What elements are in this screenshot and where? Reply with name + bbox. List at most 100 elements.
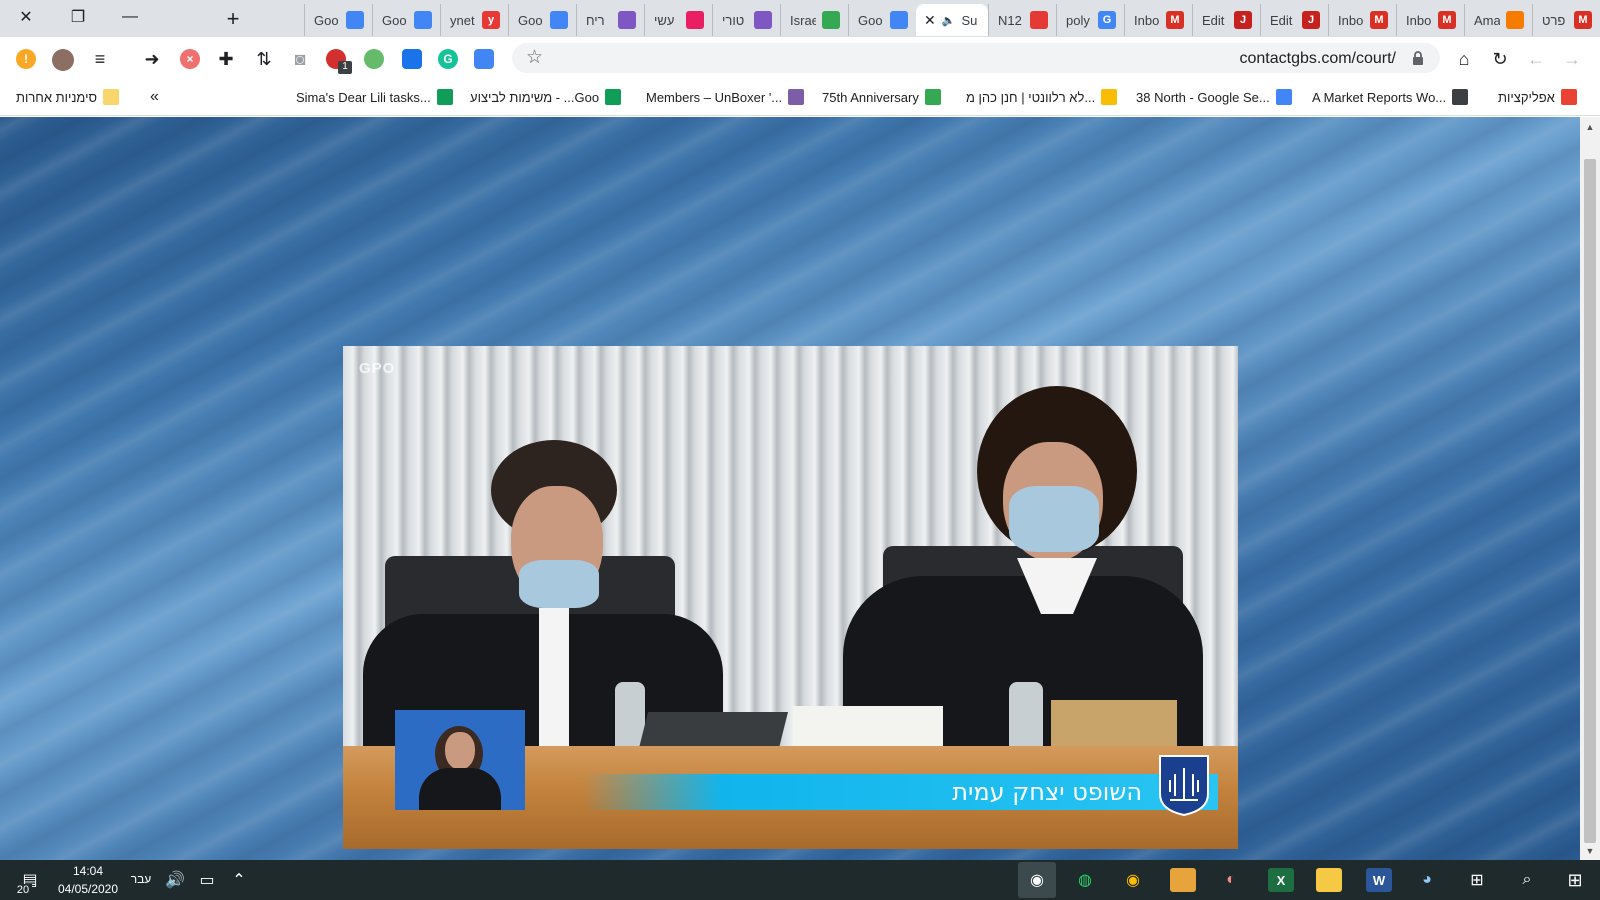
lock-icon[interactable] (1412, 50, 1424, 66)
home-icon[interactable]: ⌂ (1452, 47, 1476, 71)
windows-start-icon[interactable]: ⊞ (1562, 868, 1588, 892)
court-video-player[interactable]: GPO השופט יצחק עמית (343, 346, 1238, 849)
bookmark-item[interactable]: Members – UnBoxer '... (646, 87, 805, 107)
bookmark-label: Sima's Dear Lili tasks... (296, 89, 431, 105)
other-bookmarks-label: סימניות אחרות (16, 89, 98, 105)
share-arrow-icon[interactable]: ➜ (140, 47, 164, 71)
block-extension-icon[interactable]: × (180, 49, 200, 69)
bookmark-item[interactable]: משימות לביצוע - ...Goo (470, 87, 622, 107)
tab-audio-icon[interactable]: 🔈 (942, 14, 956, 27)
browser-tab[interactable]: Goo (508, 4, 576, 36)
bookmark-favicon-icon (788, 89, 805, 105)
browser-tab[interactable]: Goo (848, 4, 916, 36)
browser-tab[interactable]: M Inbo (1396, 4, 1464, 36)
browser-tab[interactable]: עשי (644, 4, 712, 36)
profile-avatar[interactable] (52, 49, 74, 71)
taskbar-paint3d-icon[interactable]: ◕ (1414, 868, 1440, 892)
tab-title: עשי (654, 12, 675, 28)
back-icon[interactable]: ← (1524, 47, 1548, 71)
bookmark-item[interactable]: Sima's Dear Lili tasks... (296, 87, 453, 107)
battery-icon[interactable]: ▭ (194, 868, 220, 892)
tab-list: M פרט Ama M Inbo M Inbo J Edit J Edit M Inbo Gpoly N12… (256, 4, 1600, 37)
taskbar-word-icon[interactable]: W (1366, 868, 1392, 892)
browser-tab[interactable]: Ama (1464, 4, 1532, 36)
page-scrollbar[interactable]: ▲ ▼ (1580, 117, 1600, 860)
task-view-icon[interactable]: ⊞ (1464, 868, 1490, 892)
puzzle-extensions-icon[interactable]: ✚ (214, 47, 238, 71)
taskbar-file-explorer-icon[interactable] (1316, 868, 1342, 892)
browser-tab[interactable]: M Inbo (1328, 4, 1396, 36)
new-tab-button[interactable]: + (220, 6, 246, 32)
extension-badge: 1 (338, 61, 352, 74)
bookmark-favicon-icon (605, 89, 622, 105)
minimize-window-button[interactable]: — (104, 0, 156, 34)
tab-title: Goo (858, 12, 883, 28)
search-icon[interactable]: ⌕ (1514, 868, 1540, 892)
tab-title: ריח (586, 12, 605, 28)
tab-favicon-icon (618, 11, 636, 29)
grammarly-icon[interactable]: G (438, 49, 458, 69)
clock-time[interactable]: 14:04 (56, 864, 120, 878)
taskbar-photos-icon[interactable] (1170, 868, 1196, 892)
bookmark-favicon-icon (436, 89, 453, 105)
browser-tab[interactable]: Goo (304, 4, 372, 36)
scroll-up-icon[interactable]: ▲ (1584, 121, 1596, 133)
browser-tab[interactable]: Israe (780, 4, 848, 36)
browser-tab[interactable]: N12 (988, 4, 1056, 36)
tab-title: Edit (1270, 12, 1293, 28)
browser-tab[interactable]: Gpoly (1056, 4, 1124, 36)
browser-tab[interactable]: M פרט (1532, 4, 1600, 36)
bookmark-item[interactable]: 38 North - Google Se... (1136, 87, 1292, 107)
bookmark-item[interactable]: 75th Anniversary (822, 87, 941, 107)
show-hidden-icons-chevron-icon[interactable]: ⌃ (226, 868, 252, 892)
browser-tab[interactable]: J Edit (1260, 4, 1328, 36)
warning-extension-icon[interactable]: ! (16, 49, 36, 69)
tab-favicon-icon: J (1302, 11, 1320, 29)
taskbar-whatsapp-icon[interactable]: ◍ (1072, 868, 1098, 892)
taskbar-chrome-active-app-icon[interactable]: ◉ (1018, 862, 1056, 898)
scroll-down-icon[interactable]: ▼ (1584, 845, 1596, 857)
browser-tab[interactable]: M Inbo (1124, 4, 1192, 36)
sort-extension-icon[interactable]: ⇅ (252, 47, 276, 71)
browser-tab[interactable]: טורי (712, 4, 780, 36)
media-queue-icon[interactable]: ≡ (88, 47, 112, 71)
tab-title: Goo (314, 12, 339, 28)
tab-title: Su (961, 12, 978, 28)
taskbar-excel-icon[interactable]: X (1268, 868, 1294, 892)
volume-icon[interactable]: 🔊 (162, 868, 188, 892)
taskbar-chrome-icon[interactable]: ◉ (1120, 868, 1146, 892)
bookmark-item[interactable]: A Market Reports Wo... (1312, 87, 1469, 107)
url-text[interactable]: contactgbs.com/court/ (1239, 50, 1396, 68)
clock-date[interactable]: 04/05/2020 (56, 882, 120, 896)
taskbar-paint-icon[interactable]: ◐ (1218, 868, 1244, 892)
bookmark-label: משימות לביצוע - ...Goo (470, 89, 600, 105)
restore-window-button[interactable]: ❐ (52, 0, 104, 34)
tab-favicon-icon: G (1098, 11, 1116, 29)
bookmark-item[interactable]: אפליקציות (1498, 87, 1577, 107)
bookmark-label: אפליקציות (1498, 89, 1555, 105)
bookmark-item[interactable]: לא רלוונטי | חנן כהן מ... (966, 87, 1118, 107)
face-mask-right (1009, 486, 1099, 552)
browser-tab[interactable]: y ynet (440, 4, 508, 36)
feedly-extension-icon[interactable] (364, 49, 384, 69)
browser-tab[interactable]: J Edit (1192, 4, 1260, 36)
other-bookmarks[interactable]: סימניות אחרות (16, 87, 120, 107)
reload-icon[interactable]: ↻ (1488, 47, 1512, 71)
camera-icon[interactable]: ◙ (288, 47, 312, 71)
browser-tab[interactable]: Goo (372, 4, 440, 36)
bookmarks-overflow-button[interactable]: « (150, 87, 159, 107)
translate-extension-icon[interactable] (474, 49, 494, 69)
scroll-thumb[interactable] (1584, 159, 1596, 843)
input-language[interactable]: עבר (128, 872, 154, 886)
browser-tab[interactable]: Su 🔈 ✕ (916, 4, 988, 36)
tab-title: ynet (450, 12, 475, 28)
forward-icon[interactable]: → (1560, 47, 1584, 71)
address-bar[interactable]: ☆ contactgbs.com/court/ (512, 43, 1440, 73)
close-window-button[interactable]: ✕ (0, 0, 52, 34)
tab-favicon-icon (1506, 11, 1524, 29)
bookmark-extension-icon[interactable] (402, 49, 422, 69)
close-tab-icon[interactable]: ✕ (924, 12, 936, 29)
browser-tab[interactable]: ריח (576, 4, 644, 36)
bookmark-star-icon[interactable]: ☆ (526, 46, 543, 69)
tab-favicon-icon (346, 11, 364, 29)
